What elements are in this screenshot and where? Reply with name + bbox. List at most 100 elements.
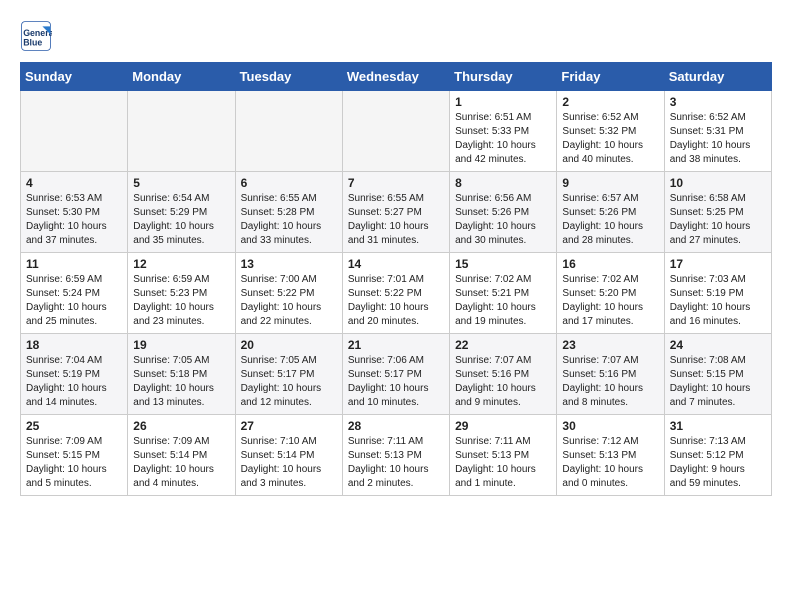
weekday-header-thursday: Thursday (450, 63, 557, 91)
calendar-cell (128, 91, 235, 172)
cell-content: Sunrise: 7:03 AM Sunset: 5:19 PM Dayligh… (670, 273, 766, 329)
calendar-cell: 1Sunrise: 6:51 AM Sunset: 5:33 PM Daylig… (450, 91, 557, 172)
cell-content: Sunrise: 7:05 AM Sunset: 5:18 PM Dayligh… (133, 354, 229, 410)
cell-content: Sunrise: 6:58 AM Sunset: 5:25 PM Dayligh… (670, 192, 766, 248)
calendar-cell: 27 Sunrise: 7:10 AM Sunset: 5:14 PM Dayli… (235, 415, 342, 496)
day-number: 15 (455, 257, 551, 271)
day-number: 18 (26, 338, 122, 352)
calendar-table: SundayMondayTuesdayWednesdayThursdayFrid… (20, 62, 772, 496)
cell-content: Sunrise: 7:07 AM Sunset: 5:16 PM Dayligh… (562, 354, 658, 410)
calendar-cell: 12 Sunrise: 6:59 AM Sunset: 5:23 PM Dayli… (128, 253, 235, 334)
day-number: 24 (670, 338, 766, 352)
day-number: 26 (133, 419, 229, 433)
cell-content: Sunrise: 7:11 AM Sunset: 5:13 PM Dayligh… (348, 435, 444, 491)
day-number: 5 (133, 176, 229, 190)
day-number: 11 (26, 257, 122, 271)
calendar-cell: 20 Sunrise: 7:05 AM Sunset: 5:17 PM Dayli… (235, 334, 342, 415)
cell-content: Sunrise: 6:52 AM Sunset: 5:32 PM Dayligh… (562, 111, 658, 167)
calendar-cell: 31 Sunrise: 7:13 AM Sunset: 5:12 PM Dayli… (664, 415, 771, 496)
calendar-cell (342, 91, 449, 172)
day-number: 4 (26, 176, 122, 190)
calendar-cell: 7 Sunrise: 6:55 AM Sunset: 5:27 PM Daylig… (342, 172, 449, 253)
calendar-cell: 18 Sunrise: 7:04 AM Sunset: 5:19 PM Dayli… (21, 334, 128, 415)
cell-content: Sunrise: 7:12 AM Sunset: 5:13 PM Dayligh… (562, 435, 658, 491)
day-number: 13 (241, 257, 337, 271)
page-header: General Blue (20, 20, 772, 52)
calendar-cell: 29 Sunrise: 7:11 AM Sunset: 5:13 PM Dayli… (450, 415, 557, 496)
day-number: 29 (455, 419, 551, 433)
cell-content: Sunrise: 6:52 AM Sunset: 5:31 PM Dayligh… (670, 111, 766, 167)
calendar-cell: 6 Sunrise: 6:55 AM Sunset: 5:28 PM Daylig… (235, 172, 342, 253)
cell-content: Sunrise: 7:02 AM Sunset: 5:21 PM Dayligh… (455, 273, 551, 329)
cell-content: Sunrise: 7:07 AM Sunset: 5:16 PM Dayligh… (455, 354, 551, 410)
calendar-week-row: 11 Sunrise: 6:59 AM Sunset: 5:24 PM Dayli… (21, 253, 772, 334)
day-number: 31 (670, 419, 766, 433)
day-number: 12 (133, 257, 229, 271)
calendar-week-row: 25Sunrise: 7:09 AM Sunset: 5:15 PM Dayli… (21, 415, 772, 496)
weekday-header-tuesday: Tuesday (235, 63, 342, 91)
cell-content: Sunrise: 6:57 AM Sunset: 5:26 PM Dayligh… (562, 192, 658, 248)
day-number: 30 (562, 419, 658, 433)
day-number: 16 (562, 257, 658, 271)
day-number: 17 (670, 257, 766, 271)
weekday-header-saturday: Saturday (664, 63, 771, 91)
day-number: 22 (455, 338, 551, 352)
calendar-header-row: SundayMondayTuesdayWednesdayThursdayFrid… (21, 63, 772, 91)
day-number: 6 (241, 176, 337, 190)
cell-content: Sunrise: 6:54 AM Sunset: 5:29 PM Dayligh… (133, 192, 229, 248)
cell-content: Sunrise: 7:06 AM Sunset: 5:17 PM Dayligh… (348, 354, 444, 410)
day-number: 10 (670, 176, 766, 190)
calendar-cell: 28 Sunrise: 7:11 AM Sunset: 5:13 PM Dayli… (342, 415, 449, 496)
cell-content: Sunrise: 6:56 AM Sunset: 5:26 PM Dayligh… (455, 192, 551, 248)
calendar-cell: 2 Sunrise: 6:52 AM Sunset: 5:32 PM Daylig… (557, 91, 664, 172)
cell-content: Sunrise: 7:09 AM Sunset: 5:14 PM Dayligh… (133, 435, 229, 491)
logo-icon: General Blue (20, 20, 52, 52)
calendar-cell: 25Sunrise: 7:09 AM Sunset: 5:15 PM Dayli… (21, 415, 128, 496)
calendar-cell: 17 Sunrise: 7:03 AM Sunset: 5:19 PM Dayli… (664, 253, 771, 334)
day-number: 9 (562, 176, 658, 190)
cell-content: Sunrise: 7:04 AM Sunset: 5:19 PM Dayligh… (26, 354, 122, 410)
calendar-cell (235, 91, 342, 172)
day-number: 19 (133, 338, 229, 352)
calendar-cell: 24 Sunrise: 7:08 AM Sunset: 5:15 PM Dayli… (664, 334, 771, 415)
cell-content: Sunrise: 6:59 AM Sunset: 5:23 PM Dayligh… (133, 273, 229, 329)
day-number: 2 (562, 95, 658, 109)
cell-content: Sunrise: 7:08 AM Sunset: 5:15 PM Dayligh… (670, 354, 766, 410)
logo: General Blue (20, 20, 56, 52)
weekday-header-sunday: Sunday (21, 63, 128, 91)
calendar-cell (21, 91, 128, 172)
day-number: 27 (241, 419, 337, 433)
day-number: 23 (562, 338, 658, 352)
cell-content: Sunrise: 7:11 AM Sunset: 5:13 PM Dayligh… (455, 435, 551, 491)
day-number: 3 (670, 95, 766, 109)
cell-content: Sunrise: 7:02 AM Sunset: 5:20 PM Dayligh… (562, 273, 658, 329)
weekday-header-friday: Friday (557, 63, 664, 91)
calendar-week-row: 1Sunrise: 6:51 AM Sunset: 5:33 PM Daylig… (21, 91, 772, 172)
cell-content: Sunrise: 6:55 AM Sunset: 5:28 PM Dayligh… (241, 192, 337, 248)
calendar-cell: 14Sunrise: 7:01 AM Sunset: 5:22 PM Dayli… (342, 253, 449, 334)
cell-content: Sunrise: 7:05 AM Sunset: 5:17 PM Dayligh… (241, 354, 337, 410)
day-number: 20 (241, 338, 337, 352)
cell-content: Sunrise: 7:13 AM Sunset: 5:12 PM Dayligh… (670, 435, 766, 491)
cell-content: Sunrise: 6:55 AM Sunset: 5:27 PM Dayligh… (348, 192, 444, 248)
cell-content: Sunrise: 7:10 AM Sunset: 5:14 PM Dayligh… (241, 435, 337, 491)
calendar-cell: 21 Sunrise: 7:06 AM Sunset: 5:17 PM Dayli… (342, 334, 449, 415)
calendar-cell: 11 Sunrise: 6:59 AM Sunset: 5:24 PM Dayli… (21, 253, 128, 334)
weekday-header-monday: Monday (128, 63, 235, 91)
day-number: 8 (455, 176, 551, 190)
day-number: 21 (348, 338, 444, 352)
calendar-cell: 8 Sunrise: 6:56 AM Sunset: 5:26 PM Daylig… (450, 172, 557, 253)
calendar-cell: 5 Sunrise: 6:54 AM Sunset: 5:29 PM Daylig… (128, 172, 235, 253)
calendar-cell: 16 Sunrise: 7:02 AM Sunset: 5:20 PM Dayli… (557, 253, 664, 334)
day-number: 7 (348, 176, 444, 190)
calendar-cell: 10 Sunrise: 6:58 AM Sunset: 5:25 PM Dayli… (664, 172, 771, 253)
cell-content: Sunrise: 6:59 AM Sunset: 5:24 PM Dayligh… (26, 273, 122, 329)
cell-content: Sunrise: 7:09 AM Sunset: 5:15 PM Dayligh… (26, 435, 122, 491)
calendar-cell: 26 Sunrise: 7:09 AM Sunset: 5:14 PM Dayli… (128, 415, 235, 496)
calendar-cell: 3 Sunrise: 6:52 AM Sunset: 5:31 PM Daylig… (664, 91, 771, 172)
calendar-cell: 15 Sunrise: 7:02 AM Sunset: 5:21 PM Dayli… (450, 253, 557, 334)
calendar-week-row: 18 Sunrise: 7:04 AM Sunset: 5:19 PM Dayli… (21, 334, 772, 415)
svg-text:Blue: Blue (23, 38, 42, 48)
calendar-cell: 19 Sunrise: 7:05 AM Sunset: 5:18 PM Dayli… (128, 334, 235, 415)
day-number: 28 (348, 419, 444, 433)
